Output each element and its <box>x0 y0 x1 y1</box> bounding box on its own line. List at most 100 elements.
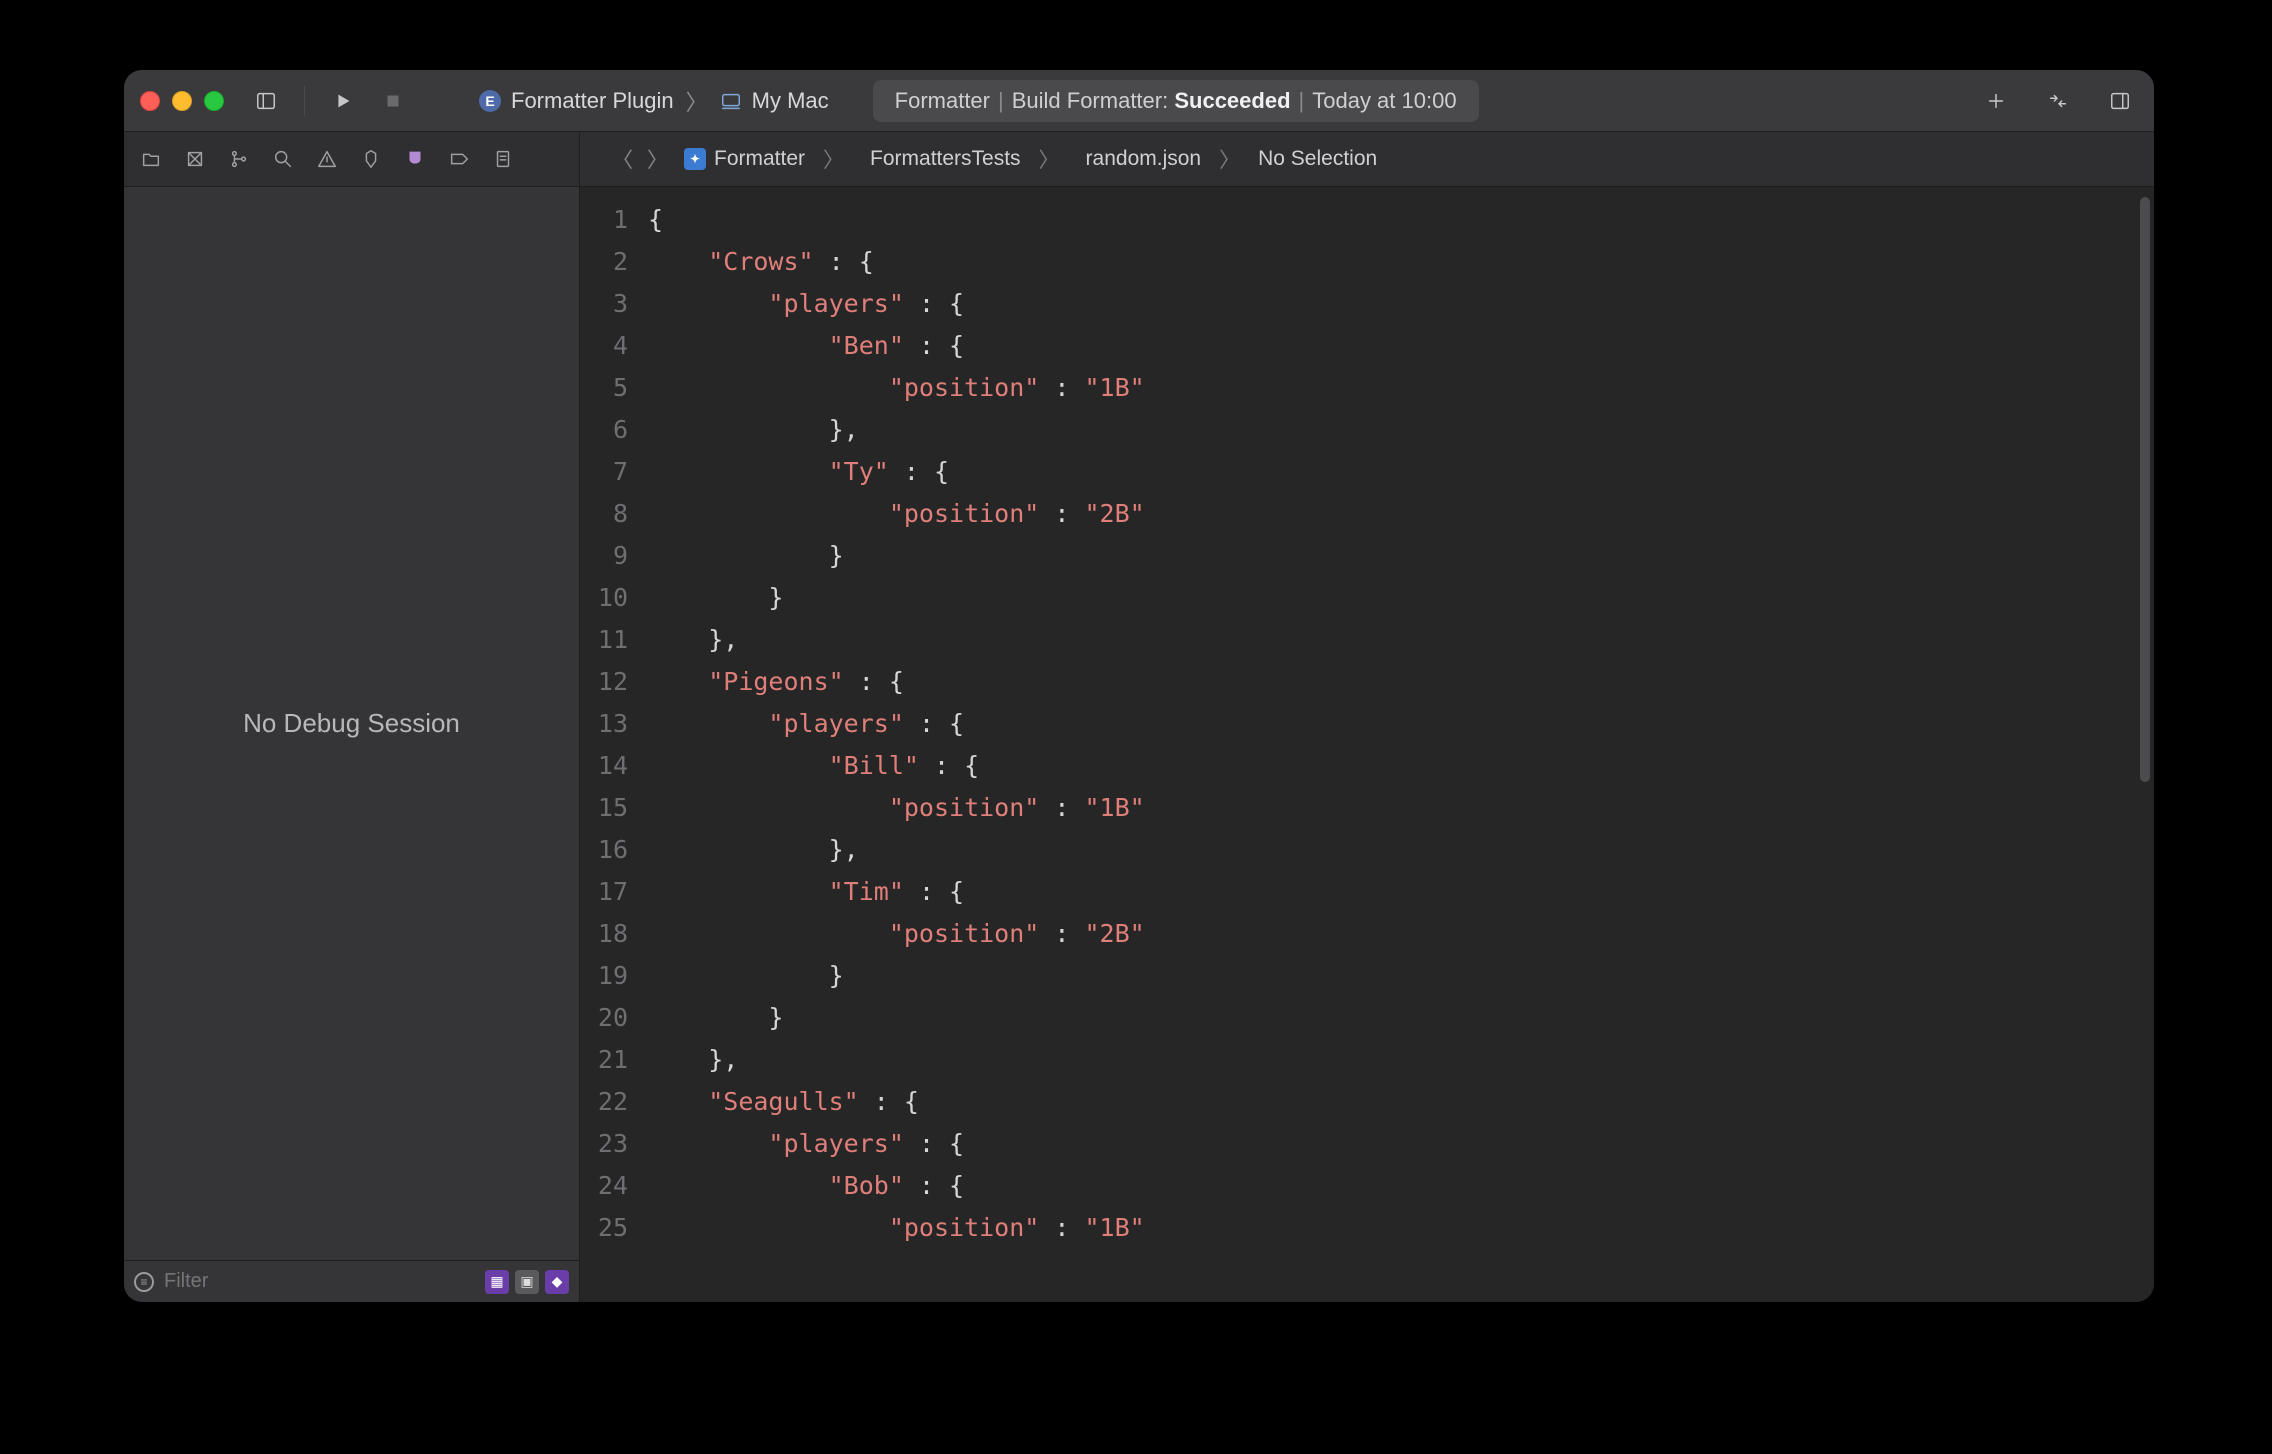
punct-token: : { <box>904 289 964 318</box>
status-result: Succeeded <box>1174 88 1290 114</box>
punct-token: : { <box>859 1087 919 1116</box>
scheme-selector[interactable]: E Formatter Plugin 〉 My Mac <box>479 85 829 117</box>
status-separator: | <box>1299 88 1305 114</box>
filter-input[interactable] <box>164 1270 475 1293</box>
code-review-button[interactable] <box>2040 83 2076 119</box>
line-number: 8 <box>580 493 628 535</box>
line-number: 6 <box>580 409 628 451</box>
stop-button[interactable] <box>375 83 411 119</box>
punct-token: : <box>1039 1213 1084 1242</box>
toggle-left-sidebar-button[interactable] <box>248 83 284 119</box>
code-line[interactable]: "Pigeons" : { <box>648 661 2154 703</box>
filter-toggle-1[interactable]: ▦ <box>485 1270 509 1294</box>
code-line[interactable]: }, <box>648 409 2154 451</box>
punct-token: { <box>648 205 663 234</box>
line-number: 21 <box>580 1039 628 1081</box>
code-line[interactable]: "Ben" : { <box>648 325 2154 367</box>
punct-token <box>648 1129 768 1158</box>
code-line[interactable]: "position" : "2B" <box>648 493 2154 535</box>
history-nav: 〈 〉 <box>612 144 668 174</box>
chevron-right-icon: 〉 <box>823 144 844 174</box>
debug-navigator-icon[interactable] <box>404 148 426 170</box>
code-line[interactable]: "players" : { <box>648 703 2154 745</box>
line-number: 17 <box>580 871 628 913</box>
code-line[interactable]: }, <box>648 829 2154 871</box>
code-line[interactable]: "Ty" : { <box>648 451 2154 493</box>
device-icon <box>720 90 742 112</box>
sidebar-message: No Debug Session <box>243 708 460 739</box>
filter-icon: ≡ <box>134 1272 154 1292</box>
punct-token: : <box>1039 499 1084 528</box>
punct-token <box>648 373 889 402</box>
go-forward-button[interactable]: 〉 <box>647 144 668 174</box>
jumpbar-crumb-selection[interactable]: No Selection <box>1258 147 1377 171</box>
code-content[interactable]: { "Crows" : { "players" : { "Ben" : { "p… <box>638 187 2154 1302</box>
punct-token <box>648 919 889 948</box>
jumpbar-crumb-project[interactable]: ✦ Formatter <box>684 147 805 171</box>
filter-toggle-3[interactable]: ◆ <box>545 1270 569 1294</box>
punct-token: }, <box>648 625 738 654</box>
punct-token <box>648 247 708 276</box>
code-line[interactable]: "Crows" : { <box>648 241 2154 283</box>
punct-token: }, <box>648 835 859 864</box>
punct-token: }, <box>648 415 859 444</box>
minimize-window-button[interactable] <box>172 91 192 111</box>
breakpoint-navigator-icon[interactable] <box>448 148 470 170</box>
status-target: Formatter <box>895 88 990 114</box>
find-navigator-icon[interactable] <box>272 148 294 170</box>
punct-token: : { <box>904 1171 964 1200</box>
string-token: "Seagulls" <box>708 1087 859 1116</box>
code-line[interactable]: "Seagulls" : { <box>648 1081 2154 1123</box>
code-line[interactable]: "Tim" : { <box>648 871 2154 913</box>
punct-token: : { <box>919 751 979 780</box>
punct-token: : { <box>904 877 964 906</box>
code-line[interactable]: } <box>648 535 2154 577</box>
code-line[interactable]: } <box>648 997 2154 1039</box>
code-line[interactable]: }, <box>648 619 2154 661</box>
code-line[interactable]: { <box>648 199 2154 241</box>
chevron-right-icon: 〉 <box>1219 144 1240 174</box>
string-token: "position" <box>889 793 1040 822</box>
string-token: "position" <box>889 499 1040 528</box>
jumpbar-crumb-folder[interactable]: FormattersTests <box>862 147 1021 171</box>
navigator-jumpbar-row: 〈 〉 ✦ Formatter 〉 FormattersTests 〉 rand… <box>124 132 2154 187</box>
source-control-navigator-icon[interactable] <box>184 148 206 170</box>
report-navigator-icon[interactable] <box>492 148 514 170</box>
add-button[interactable] <box>1978 83 2014 119</box>
code-editor[interactable]: 1234567891011121314151617181920212223242… <box>580 187 2154 1302</box>
close-window-button[interactable] <box>140 91 160 111</box>
go-back-button[interactable]: 〈 <box>612 144 633 174</box>
jumpbar-crumb-file[interactable]: random.json <box>1078 147 1202 171</box>
toggle-right-sidebar-button[interactable] <box>2102 83 2138 119</box>
code-line[interactable]: "position" : "1B" <box>648 787 2154 829</box>
code-line[interactable]: "Bob" : { <box>648 1165 2154 1207</box>
code-line[interactable]: } <box>648 955 2154 997</box>
punct-token <box>648 1213 889 1242</box>
test-navigator-icon[interactable] <box>360 148 382 170</box>
code-line[interactable]: "position" : "2B" <box>648 913 2154 955</box>
project-navigator-icon[interactable] <box>140 148 162 170</box>
symbol-navigator-icon[interactable] <box>228 148 250 170</box>
line-number: 7 <box>580 451 628 493</box>
code-line[interactable]: "position" : "1B" <box>648 367 2154 409</box>
line-number: 14 <box>580 745 628 787</box>
code-line[interactable]: } <box>648 577 2154 619</box>
code-line[interactable]: }, <box>648 1039 2154 1081</box>
punct-token <box>648 1171 829 1200</box>
sidebar-filter-bar: ≡ ▦ ▣ ◆ <box>124 1260 579 1302</box>
extension-icon: E <box>479 90 501 112</box>
vertical-scrollbar[interactable] <box>2140 197 2150 782</box>
code-line[interactable]: "players" : { <box>648 1123 2154 1165</box>
code-line[interactable]: "position" : "1B" <box>648 1207 2154 1249</box>
run-button[interactable] <box>325 83 361 119</box>
activity-status[interactable]: Formatter | Build Formatter: Succeeded |… <box>873 80 1479 122</box>
filter-toggle-2[interactable]: ▣ <box>515 1270 539 1294</box>
issue-navigator-icon[interactable] <box>316 148 338 170</box>
code-line[interactable]: "players" : { <box>648 283 2154 325</box>
code-line[interactable]: "Bill" : { <box>648 745 2154 787</box>
zoom-window-button[interactable] <box>204 91 224 111</box>
punct-token <box>648 709 768 738</box>
punct-token <box>648 667 708 696</box>
line-number: 23 <box>580 1123 628 1165</box>
status-action: Build Formatter: <box>1012 88 1169 114</box>
